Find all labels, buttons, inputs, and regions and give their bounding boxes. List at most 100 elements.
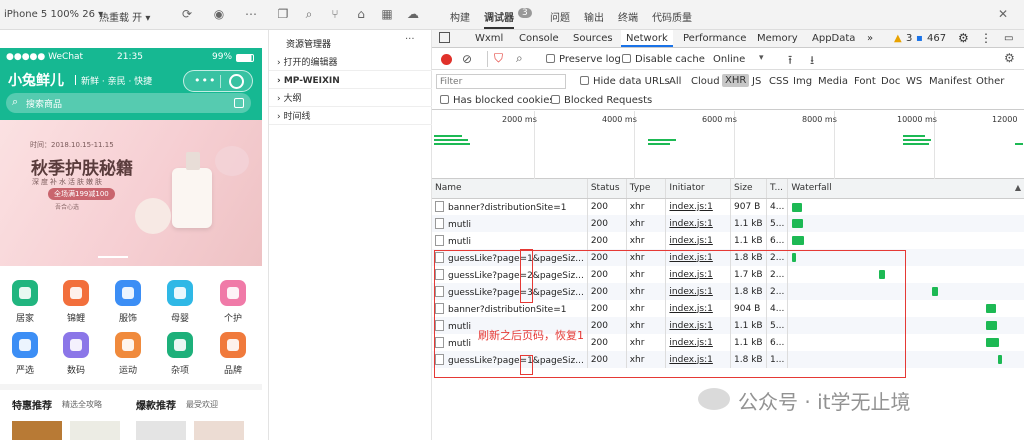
inspect-icon[interactable] bbox=[439, 32, 450, 43]
filter-input[interactable] bbox=[436, 74, 566, 89]
category-item[interactable]: 个护 bbox=[213, 280, 253, 324]
type-filter-media[interactable]: Media bbox=[818, 76, 848, 87]
tab-network[interactable]: Network bbox=[621, 30, 673, 47]
scan-icon[interactable] bbox=[234, 98, 244, 108]
overview-timeline[interactable]: 2000 ms 4000 ms 6000 ms 8000 ms 10000 ms… bbox=[432, 111, 1024, 179]
col-status[interactable]: Status bbox=[587, 179, 627, 199]
tab-terminal[interactable]: 终端 bbox=[618, 9, 638, 24]
tab-memory[interactable]: Memory bbox=[757, 30, 798, 47]
disable-cache-checkbox[interactable]: Disable cache bbox=[622, 54, 705, 65]
table-row[interactable]: mutli 200 xhr index.js:1 1.1 kB 6... bbox=[432, 232, 1024, 249]
product-image[interactable] bbox=[70, 421, 120, 440]
warning-icon[interactable]: ▲ bbox=[894, 30, 902, 47]
tab-output[interactable]: 输出 bbox=[584, 9, 604, 24]
table-row[interactable]: banner?distributionSite=1 200 xhr index.js:… bbox=[432, 198, 1024, 215]
col-time[interactable]: T... bbox=[766, 179, 789, 199]
sort-up-icon[interactable]: ▲ bbox=[1015, 183, 1021, 192]
more-vert-icon[interactable]: ⋮ bbox=[980, 30, 992, 47]
record-icon[interactable] bbox=[441, 54, 452, 65]
type-filter-manifest[interactable]: Manifest bbox=[929, 76, 972, 87]
table-row[interactable]: mutli 200 xhr index.js:1 1.1 kB 5... bbox=[432, 215, 1024, 232]
chevron-down-icon[interactable]: ▾ bbox=[759, 53, 764, 63]
type-filter-img[interactable]: Img bbox=[793, 76, 812, 87]
category-item[interactable]: 服饰 bbox=[108, 280, 148, 324]
col-name[interactable]: Name bbox=[432, 179, 588, 199]
hot-reload-select[interactable]: 热重载 开 ▾ bbox=[99, 9, 150, 24]
tabs-overflow[interactable]: » bbox=[867, 30, 873, 47]
device-select[interactable]: iPhone 5 100% 26 ▾ bbox=[4, 9, 103, 20]
tab-problems[interactable]: 问题 bbox=[550, 9, 570, 24]
product-image[interactable] bbox=[12, 421, 62, 440]
settings-icon[interactable]: ⚙ bbox=[958, 30, 969, 47]
import-icon[interactable]: ⭱ bbox=[788, 51, 792, 72]
files-icon[interactable]: ❐ bbox=[276, 7, 290, 21]
type-filter-all[interactable]: All bbox=[669, 76, 681, 87]
extensions-icon[interactable]: ▦ bbox=[380, 7, 394, 21]
type-filter-css[interactable]: CSS bbox=[769, 76, 789, 87]
type-filter-other[interactable]: Other bbox=[976, 76, 1004, 87]
rotate-icon[interactable]: ⟳ bbox=[180, 7, 194, 21]
tab-build[interactable]: 构建 bbox=[450, 9, 470, 24]
network-settings-icon[interactable]: ⚙ bbox=[1004, 51, 1015, 65]
explorer-item-open-editors[interactable]: › 打开的编辑器 bbox=[269, 56, 433, 71]
type-filter-xhr[interactable]: XHR bbox=[722, 74, 750, 87]
col-initiator[interactable]: Initiator bbox=[665, 179, 732, 199]
type-filter-ws[interactable]: WS bbox=[906, 76, 922, 87]
category-item[interactable]: 数码 bbox=[56, 332, 96, 376]
explorer-more-icon[interactable]: ··· bbox=[405, 34, 415, 45]
cloud-icon[interactable]: ☁ bbox=[406, 7, 420, 21]
message-count[interactable]: 467 bbox=[927, 30, 946, 47]
type-filter-js[interactable]: JS bbox=[752, 76, 761, 87]
cell-initiator-link[interactable]: index.js:1 bbox=[665, 215, 732, 232]
hide-data-urls-checkbox[interactable]: Hide data URLs bbox=[580, 76, 670, 87]
explorer-item-timeline[interactable]: › 时间线 bbox=[269, 110, 433, 125]
col-size[interactable]: Size bbox=[730, 179, 768, 199]
blocked-requests-checkbox[interactable]: Blocked Requests bbox=[551, 95, 652, 106]
preserve-log-checkbox[interactable]: Preserve log bbox=[546, 54, 621, 65]
col-type[interactable]: Type bbox=[626, 179, 667, 199]
debug-icon[interactable]: ⌂ bbox=[354, 7, 368, 21]
cell-initiator-link[interactable]: index.js:1 bbox=[665, 232, 732, 249]
category-item[interactable]: 品牌 bbox=[213, 332, 253, 376]
explorer-item-outline[interactable]: › 大纲 bbox=[269, 92, 433, 107]
hot-section[interactable]: 爆款推荐 最受欢迎 bbox=[130, 393, 256, 440]
record-icon[interactable]: ◉ bbox=[212, 7, 226, 21]
special-offer-section[interactable]: 特惠推荐 精选全攻略 bbox=[6, 393, 126, 440]
tab-performance[interactable]: Performance bbox=[683, 30, 746, 47]
tab-wxml[interactable]: Wxml bbox=[475, 30, 503, 47]
category-item[interactable]: 锦鲤 bbox=[56, 280, 96, 324]
type-filter-doc[interactable]: Doc bbox=[881, 76, 900, 87]
close-icon[interactable]: ✕ bbox=[996, 7, 1010, 21]
col-waterfall[interactable]: Waterfall ▲ bbox=[787, 179, 1024, 199]
explorer-item-mp-weixin[interactable]: › MP-WEIXIN bbox=[269, 74, 433, 89]
tab-appdata[interactable]: AppData bbox=[812, 30, 855, 47]
tab-code-quality[interactable]: 代码质量 bbox=[652, 9, 692, 24]
search-icon[interactable]: ⌕ bbox=[302, 7, 316, 21]
category-item[interactable]: 母婴 bbox=[160, 280, 200, 324]
filter-icon[interactable]: ⛉ bbox=[494, 51, 503, 66]
promo-banner[interactable]: 时间：2018.10.15-11.15 秋季护肤秘籍 深度补水活肤嫩肤 全场满1… bbox=[0, 120, 262, 266]
capsule-close-icon[interactable] bbox=[229, 74, 244, 89]
tab-sources[interactable]: Sources bbox=[573, 30, 613, 47]
product-image[interactable] bbox=[194, 421, 244, 440]
type-filter-font[interactable]: Font bbox=[854, 76, 876, 87]
tab-console[interactable]: Console bbox=[519, 30, 559, 47]
tab-debugger[interactable]: 调试器 bbox=[484, 9, 514, 29]
export-icon[interactable]: ⭳ bbox=[810, 51, 814, 72]
warning-count[interactable]: 3 bbox=[906, 30, 912, 47]
branch-icon[interactable]: ⑂ bbox=[328, 7, 342, 21]
capsule-menu[interactable]: ••• bbox=[183, 70, 253, 92]
type-filter-cloud[interactable]: Cloud bbox=[691, 76, 720, 87]
more-icon[interactable]: ⋯ bbox=[244, 7, 258, 21]
category-item[interactable]: 居家 bbox=[5, 280, 45, 324]
throttle-select[interactable]: Online bbox=[713, 54, 745, 65]
clear-icon[interactable]: ⊘ bbox=[462, 52, 472, 66]
dock-icon[interactable]: ▭ bbox=[1004, 30, 1013, 47]
cell-initiator-link[interactable]: index.js:1 bbox=[665, 198, 732, 215]
search-icon[interactable]: ⌕ bbox=[516, 51, 523, 66]
has-blocked-cookies-checkbox[interactable]: Has blocked cookies bbox=[440, 95, 555, 106]
capsule-more-icon[interactable]: ••• bbox=[194, 74, 216, 87]
search-bar[interactable]: ⌕ 搜索商品 bbox=[6, 93, 251, 113]
message-icon[interactable]: ▪ bbox=[916, 30, 923, 47]
category-item[interactable]: 严选 bbox=[5, 332, 45, 376]
